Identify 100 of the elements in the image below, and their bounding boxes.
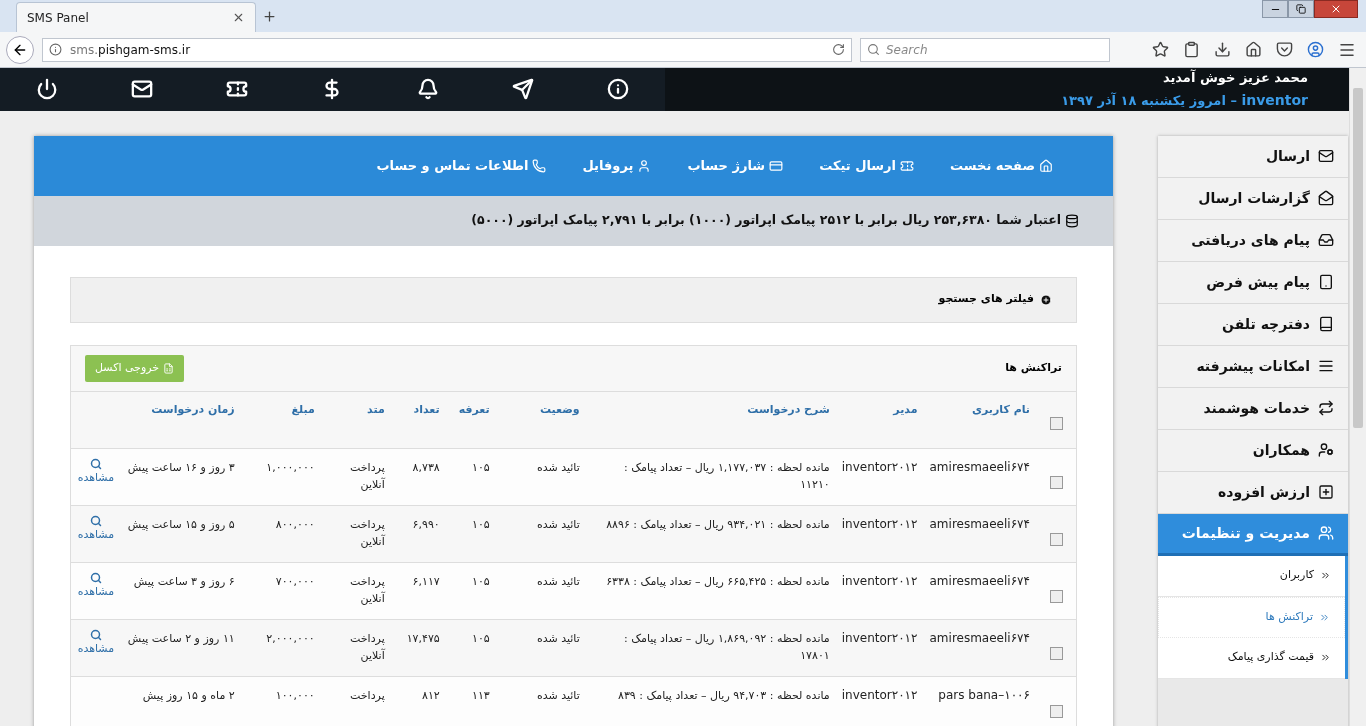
- table-cell: ۵ روز و ۱۵ ساعت پیش: [127, 517, 235, 531]
- table-cell: ۱۰۵: [471, 517, 490, 531]
- sidebar-item[interactable]: ارسال: [1158, 135, 1348, 178]
- column-header[interactable]: شرح درخواست: [747, 402, 830, 416]
- column-header[interactable]: وضعیت: [539, 402, 580, 416]
- database-icon: [1065, 213, 1079, 228]
- restore-icon[interactable]: [1296, 4, 1306, 14]
- table-cell: amiresmaeeli۶۷۴: [929, 459, 1030, 474]
- table-cell: ۸۰۰,۰۰۰: [275, 517, 315, 531]
- nav-link[interactable]: ارسال تیکت: [819, 155, 915, 176]
- sidebar-item[interactable]: همکاران: [1158, 429, 1348, 472]
- table-cell: پرداخت: [350, 688, 385, 702]
- home-icon[interactable]: [1245, 40, 1262, 58]
- table-cell: ۱۱۳: [471, 688, 490, 702]
- nav-link[interactable]: صفحه نخست: [950, 155, 1053, 176]
- sidebar-item[interactable]: امکانات پیشرفته: [1158, 345, 1348, 388]
- table-cell: تائید شده: [536, 574, 580, 588]
- download-icon[interactable]: [1214, 40, 1231, 58]
- sidebar-item[interactable]: دفترچه تلفن: [1158, 303, 1348, 346]
- sidebar-item[interactable]: ارزش افزوده: [1158, 471, 1348, 514]
- checkbox[interactable]: [1049, 417, 1063, 430]
- checkbox[interactable]: [1049, 476, 1063, 489]
- column-header[interactable]: مبلغ: [291, 402, 315, 416]
- table-cell: تائید شده: [536, 688, 580, 702]
- home-icon: [1039, 158, 1053, 173]
- double-chevron-icon: [1320, 570, 1331, 581]
- send-icon[interactable]: [511, 78, 534, 101]
- pocket-icon[interactable]: [1276, 40, 1293, 58]
- column-header[interactable]: نام کاربری: [971, 402, 1030, 416]
- table-cell: ۶,۱۱۷: [412, 574, 440, 588]
- table-cell: مانده لحظه : ۱,۸۶۹,۰۹۲ ریال – تعداد پیامک : ۱۷۸۰۱: [623, 631, 830, 662]
- bell-icon[interactable]: [416, 78, 439, 101]
- table-cell: amiresmaeeli۶۷۴: [929, 516, 1030, 531]
- table-cell: ۱۰۵: [471, 460, 490, 474]
- view-link[interactable]: مشاهده: [77, 514, 115, 543]
- table-cell: مانده لحظه : ۱,۱۷۷,۰۳۷ ریال – تعداد پیامک : ۱۱۲۱۰: [623, 460, 830, 491]
- power-icon[interactable]: [36, 78, 58, 101]
- new-tab-icon[interactable]: [262, 9, 277, 24]
- table-cell: ۸,۷۳۸: [412, 460, 440, 474]
- users-icon: [1318, 525, 1334, 541]
- reload-icon[interactable]: [832, 43, 845, 56]
- scrollbar[interactable]: [1349, 68, 1366, 726]
- list-icon: [1318, 358, 1334, 374]
- submenu-item[interactable]: کاربران: [1158, 555, 1345, 597]
- table-cell: ۷۰۰,۰۰۰: [275, 574, 315, 588]
- table-cell: پرداخت آنلاین: [350, 460, 385, 491]
- view-link[interactable]: مشاهده: [77, 457, 115, 486]
- account-icon[interactable]: [1307, 40, 1324, 58]
- close-icon[interactable]: [232, 11, 245, 24]
- search-placeholder: Search: [886, 41, 928, 59]
- sidebar-item[interactable]: پیام پیش فرض: [1158, 261, 1348, 304]
- bookmark-icon[interactable]: [1152, 40, 1169, 58]
- column-header[interactable]: تعداد: [413, 402, 440, 416]
- browser-tab[interactable]: SMS Panel: [16, 2, 256, 32]
- search-icon: [89, 514, 102, 527]
- sidebar-item[interactable]: خدمات هوشمند: [1158, 387, 1348, 430]
- repeat-icon: [1318, 400, 1334, 416]
- submenu-item[interactable]: قیمت گذاری پیامک: [1158, 637, 1345, 679]
- table-cell: amiresmaeeli۶۷۴: [929, 573, 1030, 588]
- column-header[interactable]: متد: [367, 402, 385, 416]
- nav-link[interactable]: پروفایل: [582, 155, 652, 176]
- submenu-item[interactable]: تراکنش ها: [1158, 596, 1345, 638]
- table-cell: تائید شده: [536, 631, 580, 645]
- table-cell: مانده لحظه : ۹۳۴,۰۲۱ ریال – تعداد پیامک : ۸۸۹۶: [606, 517, 830, 531]
- book-icon: [1318, 316, 1334, 332]
- sidebar-item[interactable]: پیام های دریافتی: [1158, 219, 1348, 262]
- view-link[interactable]: مشاهده: [77, 628, 115, 657]
- table-cell: ۱۰۰,۰۰۰: [275, 688, 315, 702]
- spreadsheet-icon: [163, 362, 175, 374]
- column-header[interactable]: زمان درخواست: [151, 402, 235, 416]
- close-icon[interactable]: [1330, 3, 1342, 15]
- table-cell: پرداخت آنلاین: [350, 517, 385, 548]
- checkbox[interactable]: [1049, 704, 1063, 718]
- clipboard-icon[interactable]: [1183, 40, 1200, 58]
- search-icon: [89, 628, 102, 641]
- phone-icon: [532, 158, 547, 173]
- user-icon: [1318, 442, 1334, 458]
- plus-icon: [1318, 484, 1334, 500]
- table-cell: ۱۰۵: [471, 631, 490, 645]
- inbox-icon: [1318, 232, 1334, 248]
- ticket-icon: [900, 158, 915, 173]
- column-header[interactable]: تعرفه: [458, 402, 490, 416]
- table-cell: ۸۱۲: [421, 688, 440, 702]
- view-link[interactable]: مشاهده: [77, 571, 115, 600]
- search-field[interactable]: Search: [860, 37, 1110, 62]
- address-field[interactable]: sms.pishgam-sms.ir: [42, 37, 852, 62]
- checkbox[interactable]: [1049, 533, 1063, 546]
- table-cell: پرداخت آنلاین: [350, 574, 385, 605]
- sidebar-item[interactable]: گزارشات ارسال: [1158, 177, 1348, 220]
- filter-panel[interactable]: فیلتر های جستجو: [70, 276, 1077, 323]
- nav-link[interactable]: اطلاعات تماس و حساب: [376, 155, 547, 176]
- checkbox[interactable]: [1049, 647, 1063, 660]
- table-cell: ۱۱ روز و ۲ ساعت پیش: [127, 631, 235, 645]
- column-header[interactable]: مدیر: [893, 402, 918, 416]
- double-chevron-icon: [1320, 652, 1331, 663]
- sidebar-item[interactable]: مدیریت و تنظیمات: [1158, 513, 1348, 556]
- nav-link[interactable]: شارژ حساب: [687, 155, 784, 176]
- table-cell: تائید شده: [536, 517, 580, 531]
- checkbox[interactable]: [1049, 590, 1063, 603]
- credit-text: اعتبار شما ۲۵۳,۶۳۸۰ ریال برابر با ۲۵۱۲ پیامک اپراتور (۱۰۰۰) برابر با ۲,۷۹۱ پیامک اپراتور (۵۰۰۰): [471, 211, 1061, 230]
